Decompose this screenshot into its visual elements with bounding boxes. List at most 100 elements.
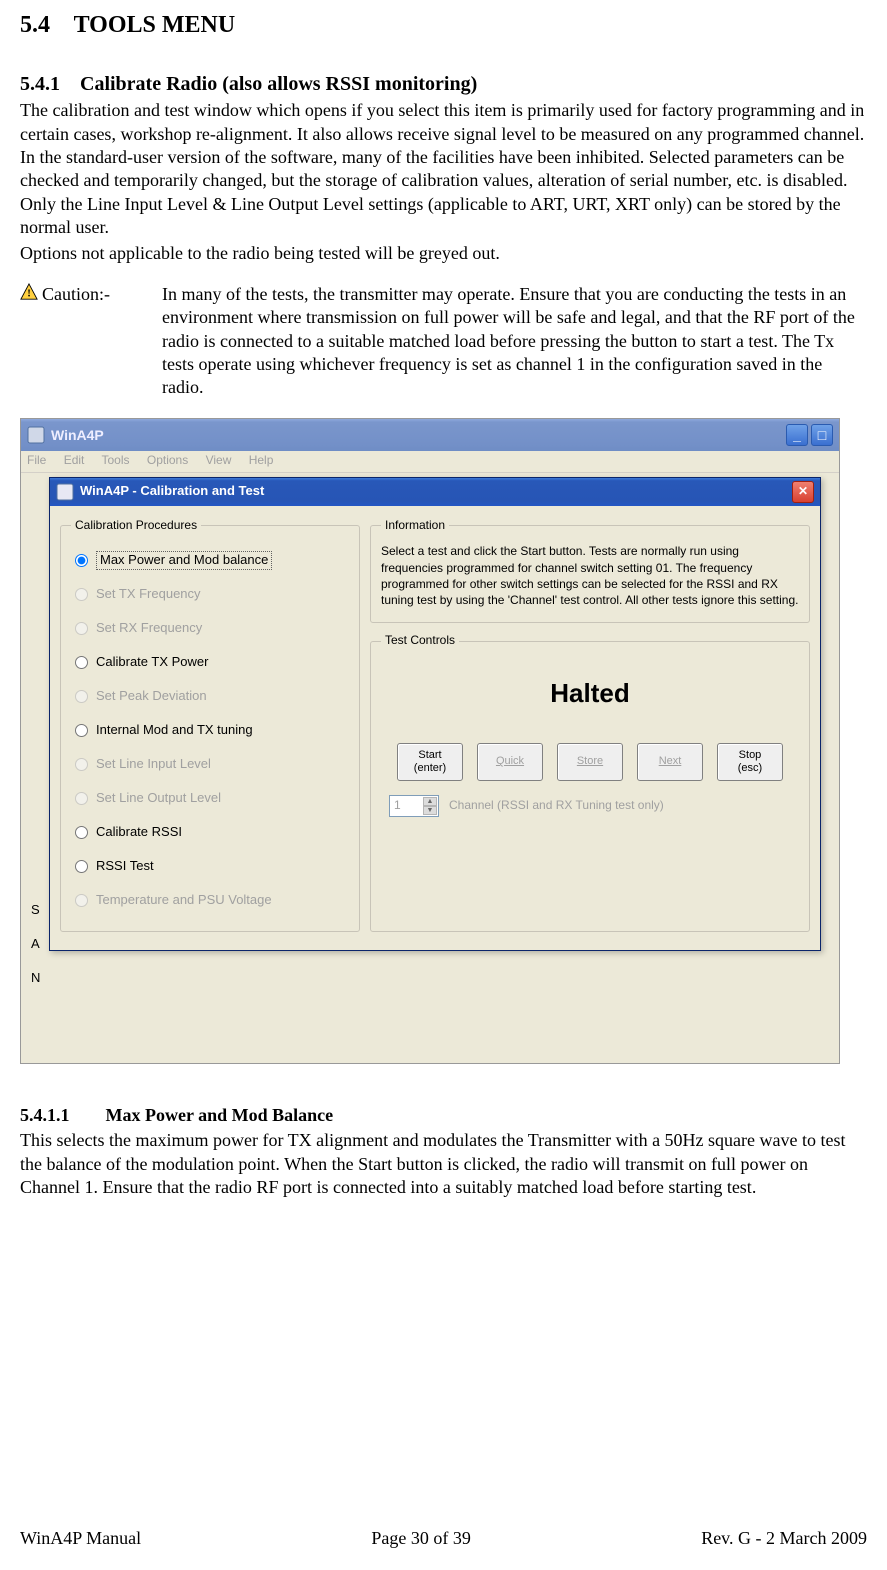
subsub-body: This selects the maximum power for TX al… <box>20 1129 867 1199</box>
footer-right: Rev. G - 2 March 2009 <box>701 1527 867 1550</box>
subsubsection-heading: 5.4.1.1 Max Power and Mod Balance <box>20 1104 867 1127</box>
radio-label-8: Calibrate RSSI <box>96 824 182 841</box>
store-button-label: Store <box>577 755 603 768</box>
radio-option-1: Set TX Frequency <box>71 577 349 611</box>
radio-input-0[interactable] <box>75 554 88 567</box>
radio-input-3[interactable] <box>75 656 88 669</box>
side-n: N <box>31 961 40 995</box>
information-legend: Information <box>381 518 449 534</box>
quick-button-label: Quick <box>496 755 524 768</box>
svg-text:!: ! <box>27 287 31 299</box>
radio-option-8[interactable]: Calibrate RSSI <box>71 815 349 849</box>
calibration-procedures-legend: Calibration Procedures <box>71 518 201 534</box>
dialog-icon <box>56 483 74 501</box>
calibration-dialog: WinA4P - Calibration and Test Calibratio… <box>49 477 821 952</box>
subsection-title: Calibrate Radio (also allows RSSI monito… <box>80 73 477 95</box>
minimize-button[interactable]: _ <box>786 424 808 446</box>
paragraph-2: Options not applicable to the radio bein… <box>20 242 867 265</box>
radio-label-7: Set Line Output Level <box>96 790 221 807</box>
app-window: WinA4P _ □ File Edit Tools Options View … <box>21 419 839 1063</box>
test-controls-legend: Test Controls <box>381 633 459 649</box>
start-button-label: Start <box>418 749 441 762</box>
screenshot-figure: WinA4P _ □ File Edit Tools Options View … <box>20 418 840 1064</box>
menu-edit[interactable]: Edit <box>64 453 85 467</box>
store-button[interactable]: Store <box>557 743 623 781</box>
radio-option-0[interactable]: Max Power and Mod balance <box>71 543 349 577</box>
radio-option-10: Temperature and PSU Voltage <box>71 883 349 917</box>
radio-option-5[interactable]: Internal Mod and TX tuning <box>71 713 349 747</box>
caution-label: Caution:- <box>42 284 110 304</box>
start-button[interactable]: Start (enter) <box>397 743 463 781</box>
page-footer: WinA4P Manual Page 30 of 39 Rev. G - 2 M… <box>20 1527 867 1550</box>
radio-input-8[interactable] <box>75 826 88 839</box>
radio-label-4: Set Peak Deviation <box>96 688 207 705</box>
radio-input-9[interactable] <box>75 860 88 873</box>
spin-up-icon[interactable]: ▲ <box>423 797 437 806</box>
radio-label-10: Temperature and PSU Voltage <box>96 892 272 909</box>
subsection-heading: 5.4.1 Calibrate Radio (also allows RSSI … <box>20 71 867 97</box>
radio-label-2: Set RX Frequency <box>96 620 202 637</box>
subsection-number: 5.4.1 <box>20 73 60 95</box>
spin-down-icon[interactable]: ▼ <box>423 806 437 815</box>
side-letters: S A N <box>31 893 40 995</box>
menu-view[interactable]: View <box>206 453 232 467</box>
subsubsection-title: Max Power and Mod Balance <box>106 1105 334 1125</box>
radio-label-1: Set TX Frequency <box>96 586 201 603</box>
test-status: Halted <box>381 659 799 739</box>
channel-label: Channel (RSSI and RX Tuning test only) <box>449 798 664 814</box>
maximize-button[interactable]: □ <box>811 424 833 446</box>
paragraph-1: The calibration and test window which op… <box>20 99 867 239</box>
radio-label-6: Set Line Input Level <box>96 756 211 773</box>
radio-input-4 <box>75 690 88 703</box>
quick-button[interactable]: Quick <box>477 743 543 781</box>
dialog-title: WinA4P - Calibration and Test <box>80 483 264 500</box>
menu-bar: File Edit Tools Options View Help <box>21 451 839 473</box>
radio-input-10 <box>75 894 88 907</box>
stop-button-label: Stop <box>739 749 762 762</box>
dialog-titlebar: WinA4P - Calibration and Test <box>50 478 820 506</box>
radio-option-2: Set RX Frequency <box>71 611 349 645</box>
radio-option-9[interactable]: RSSI Test <box>71 849 349 883</box>
next-button[interactable]: Next <box>637 743 703 781</box>
menu-tools[interactable]: Tools <box>102 453 130 467</box>
channel-spinbox[interactable]: 1 ▲ ▼ <box>389 795 439 817</box>
radio-input-6 <box>75 758 88 771</box>
channel-value: 1 <box>394 798 401 814</box>
menu-options[interactable]: Options <box>147 453 188 467</box>
menu-file[interactable]: File <box>27 453 46 467</box>
radio-label-0: Max Power and Mod balance <box>96 551 272 570</box>
information-group: Information Select a test and click the … <box>370 518 810 623</box>
section-number: 5.4 <box>20 12 50 38</box>
stop-button[interactable]: Stop (esc) <box>717 743 783 781</box>
start-button-hint: (enter) <box>414 762 446 775</box>
app-icon <box>27 426 45 444</box>
spinbox-arrows[interactable]: ▲ ▼ <box>423 797 437 815</box>
radio-option-6: Set Line Input Level <box>71 747 349 781</box>
dialog-close-button[interactable] <box>792 481 814 503</box>
caution-body: In many of the tests, the transmitter ma… <box>162 283 867 400</box>
radio-label-9: RSSI Test <box>96 858 154 875</box>
radio-label-5: Internal Mod and TX tuning <box>96 722 253 739</box>
test-controls-group: Test Controls Halted Start (enter) Quick <box>370 633 810 932</box>
side-s: S <box>31 893 40 927</box>
calibration-procedures-group: Calibration Procedures Max Power and Mod… <box>60 518 360 933</box>
side-a: A <box>31 927 40 961</box>
radio-input-7 <box>75 792 88 805</box>
subsubsection-number: 5.4.1.1 <box>20 1105 70 1125</box>
app-title: WinA4P <box>51 426 104 444</box>
radio-option-7: Set Line Output Level <box>71 781 349 815</box>
footer-center: Page 30 of 39 <box>371 1527 470 1550</box>
radio-input-2 <box>75 622 88 635</box>
footer-left: WinA4P Manual <box>20 1527 141 1550</box>
stop-button-hint: (esc) <box>738 762 762 775</box>
radio-input-5[interactable] <box>75 724 88 737</box>
radio-option-3[interactable]: Calibrate TX Power <box>71 645 349 679</box>
radio-input-1 <box>75 588 88 601</box>
radio-option-4: Set Peak Deviation <box>71 679 349 713</box>
next-button-label: Next <box>659 755 682 768</box>
menu-help[interactable]: Help <box>249 453 274 467</box>
app-titlebar: WinA4P _ □ <box>21 419 839 451</box>
caution-block: ! Caution:- In many of the tests, the tr… <box>20 283 867 400</box>
warning-icon: ! <box>20 283 38 301</box>
section-title: TOOLS MENU <box>74 12 236 38</box>
